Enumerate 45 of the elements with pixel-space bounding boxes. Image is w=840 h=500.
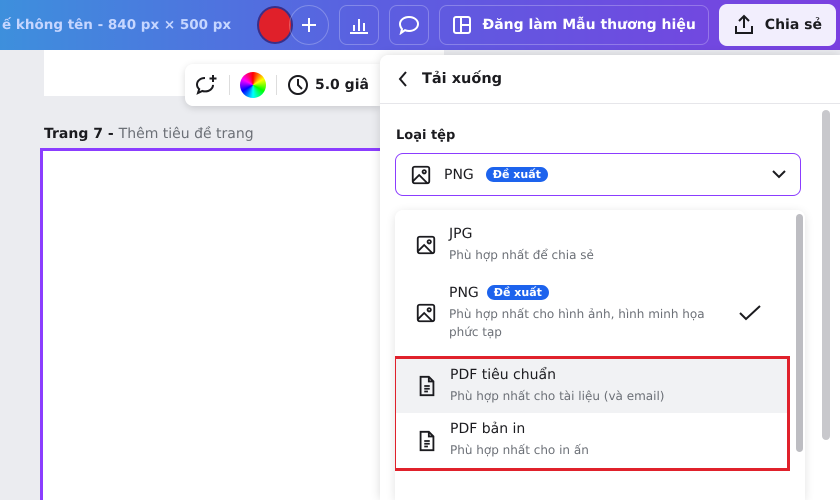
file-type-option[interactable]: PDF tiêu chuẩn Phù hợp nhất cho tài liệu (và email)	[396, 358, 787, 414]
plus-icon	[301, 17, 318, 33]
document-icon	[417, 430, 437, 452]
file-type-option[interactable]: JPG Phù hợp nhất để chia sẻ	[395, 220, 783, 271]
bar-chart-icon	[349, 16, 370, 34]
document-icon	[417, 375, 437, 398]
share-button[interactable]: Chia sẻ	[718, 4, 836, 46]
option-label: JPG	[449, 226, 472, 242]
option-description: Phù hợp nhất cho in ấn	[450, 442, 590, 460]
caret-icon	[772, 170, 786, 179]
option-label: PDF bản in	[450, 421, 526, 438]
add-button[interactable]	[289, 5, 330, 45]
image-icon	[415, 302, 437, 324]
selected-file-type: PNG	[444, 166, 474, 182]
file-type-option[interactable]: PNG Đề xuất Phù hợp nhất cho hình ảnh, hình minh họa phức tạp	[395, 278, 783, 348]
layout-icon	[452, 15, 472, 35]
option-label: PDF tiêu chuẩn	[450, 366, 556, 383]
image-icon	[410, 164, 432, 186]
brand-template-button[interactable]: Đăng làm Mẫu thương hiệu	[439, 5, 709, 45]
color-wheel-icon[interactable]	[240, 72, 266, 98]
recommended-badge: Đề xuất	[486, 167, 548, 182]
analytics-button[interactable]	[339, 5, 380, 45]
option-description: Phù hợp nhất cho tài liệu (và email)	[450, 388, 666, 405]
comment-button[interactable]	[389, 5, 430, 45]
file-type-option[interactable]: PDF bản in Phù hợp nhất cho in ấn	[396, 413, 787, 468]
option-description: Phù hợp nhất cho hình ảnh, hình minh họa phức tạp	[449, 306, 706, 342]
panel-title: Tải xuống	[422, 71, 502, 87]
option-label: PNG	[449, 284, 479, 301]
recommended-badge: Đề xuất	[486, 285, 549, 300]
duration-text[interactable]: 5.0 giâ	[315, 77, 369, 93]
page-number: Trang 7 -	[44, 126, 114, 142]
file-type-select[interactable]: PNG Đề xuất	[395, 153, 801, 196]
scrollbar[interactable]	[822, 110, 830, 440]
speech-bubble-icon	[398, 15, 420, 35]
upload-icon	[732, 14, 755, 36]
document-title: ế không tên - 840 px × 500 px	[2, 17, 232, 33]
checkmark-icon	[739, 305, 761, 322]
back-chevron-icon[interactable]	[398, 71, 408, 87]
file-type-label: Loại tệp	[396, 128, 456, 143]
scrollbar[interactable]	[796, 214, 803, 452]
add-comment-icon[interactable]	[195, 74, 219, 96]
page-title-placeholder[interactable]: Thêm tiêu đề trang	[118, 126, 254, 142]
clock-icon	[287, 74, 309, 96]
option-description: Phù hợp nhất để chia sẻ	[449, 247, 595, 264]
image-icon	[415, 234, 437, 256]
